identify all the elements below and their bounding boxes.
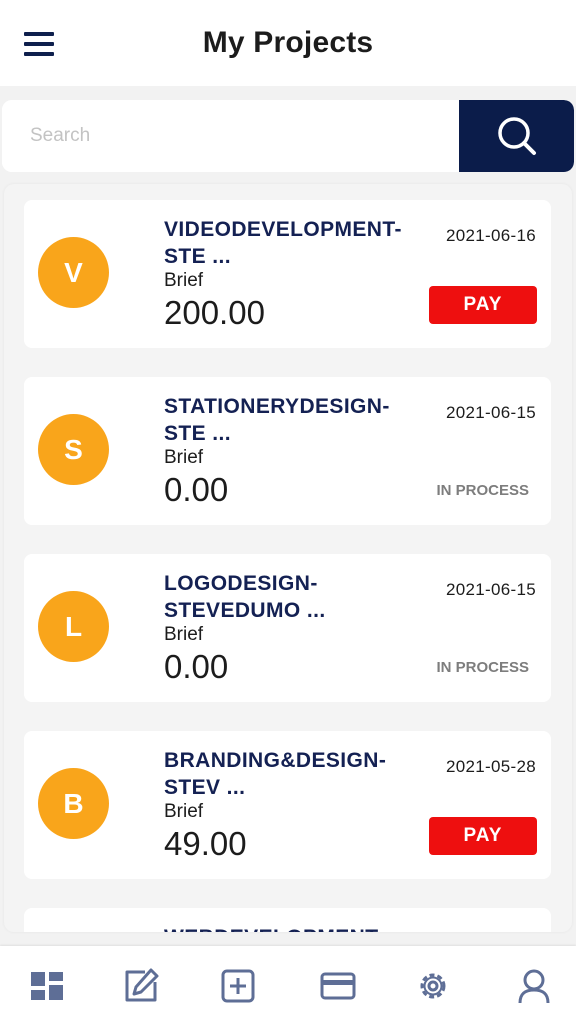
- pay-button[interactable]: PAY: [429, 286, 537, 324]
- project-subtitle: Brief: [164, 624, 204, 645]
- project-avatar: S: [38, 414, 109, 485]
- project-card[interactable]: B BRANDING&DESIGN-STEV ... Brief 49.00 2…: [24, 731, 551, 879]
- add-square-icon: [221, 969, 255, 1003]
- project-subtitle: Brief: [164, 447, 204, 468]
- tab-dashboard[interactable]: [27, 966, 67, 1006]
- bottom-tab-bar: [0, 946, 576, 1024]
- search-input[interactable]: [2, 100, 459, 172]
- settings-icon: [420, 973, 446, 999]
- tab-add[interactable]: [218, 966, 258, 1006]
- tab-profile[interactable]: [514, 966, 554, 1006]
- status-label: IN PROCESS: [436, 659, 529, 676]
- pay-button[interactable]: PAY: [429, 817, 537, 855]
- tab-payments[interactable]: [318, 966, 358, 1006]
- project-avatar: B: [38, 768, 109, 839]
- project-avatar: V: [38, 237, 109, 308]
- project-subtitle: Brief: [164, 270, 204, 291]
- project-date: 2021-06-16: [446, 226, 536, 245]
- project-list[interactable]: V VIDEODEVELOPMENT-STE ... Brief 200.00 …: [4, 184, 572, 932]
- project-amount: 49.00: [164, 825, 247, 862]
- tab-settings[interactable]: [413, 966, 453, 1006]
- project-date: 2021-05-28: [446, 757, 536, 776]
- project-subtitle: Brief: [164, 801, 204, 822]
- app-header: My Projects: [0, 0, 576, 86]
- search-icon: [498, 117, 536, 155]
- status-label: IN PROCESS: [436, 482, 529, 499]
- project-date: 2021-06-15: [446, 403, 536, 422]
- project-title: LOGODESIGN-STEVEDUMO ...: [164, 572, 326, 622]
- tab-edit[interactable]: [121, 966, 161, 1006]
- project-amount: 0.00: [164, 471, 229, 508]
- project-amount: 0.00: [164, 648, 229, 685]
- project-card[interactable]: WEBDEVELOPMENT-: [24, 908, 551, 932]
- project-card[interactable]: L LOGODESIGN-STEVEDUMO ... Brief 0.00 20…: [24, 554, 551, 702]
- project-avatar: L: [38, 591, 109, 662]
- user-icon: [518, 969, 550, 1004]
- project-amount: 200.00: [164, 294, 265, 331]
- project-card[interactable]: S STATIONERYDESIGN-STE ... Brief 0.00 20…: [24, 377, 551, 525]
- project-title: BRANDING&DESIGN-STEV ...: [164, 749, 387, 799]
- search-bar: [2, 100, 574, 172]
- project-title: STATIONERYDESIGN-STE ...: [164, 395, 390, 445]
- edit-icon: [125, 968, 159, 1002]
- project-title: WEBDEVELOPMENT-: [164, 924, 424, 932]
- project-title: VIDEODEVELOPMENT-STE ...: [164, 218, 402, 268]
- project-card[interactable]: V VIDEODEVELOPMENT-STE ... Brief 200.00 …: [24, 200, 551, 348]
- project-date: 2021-06-15: [446, 580, 536, 599]
- credit-card-icon: [320, 972, 356, 1000]
- dashboard-icon: [31, 972, 63, 1000]
- page-title: My Projects: [202, 26, 374, 59]
- search-button[interactable]: [459, 100, 574, 172]
